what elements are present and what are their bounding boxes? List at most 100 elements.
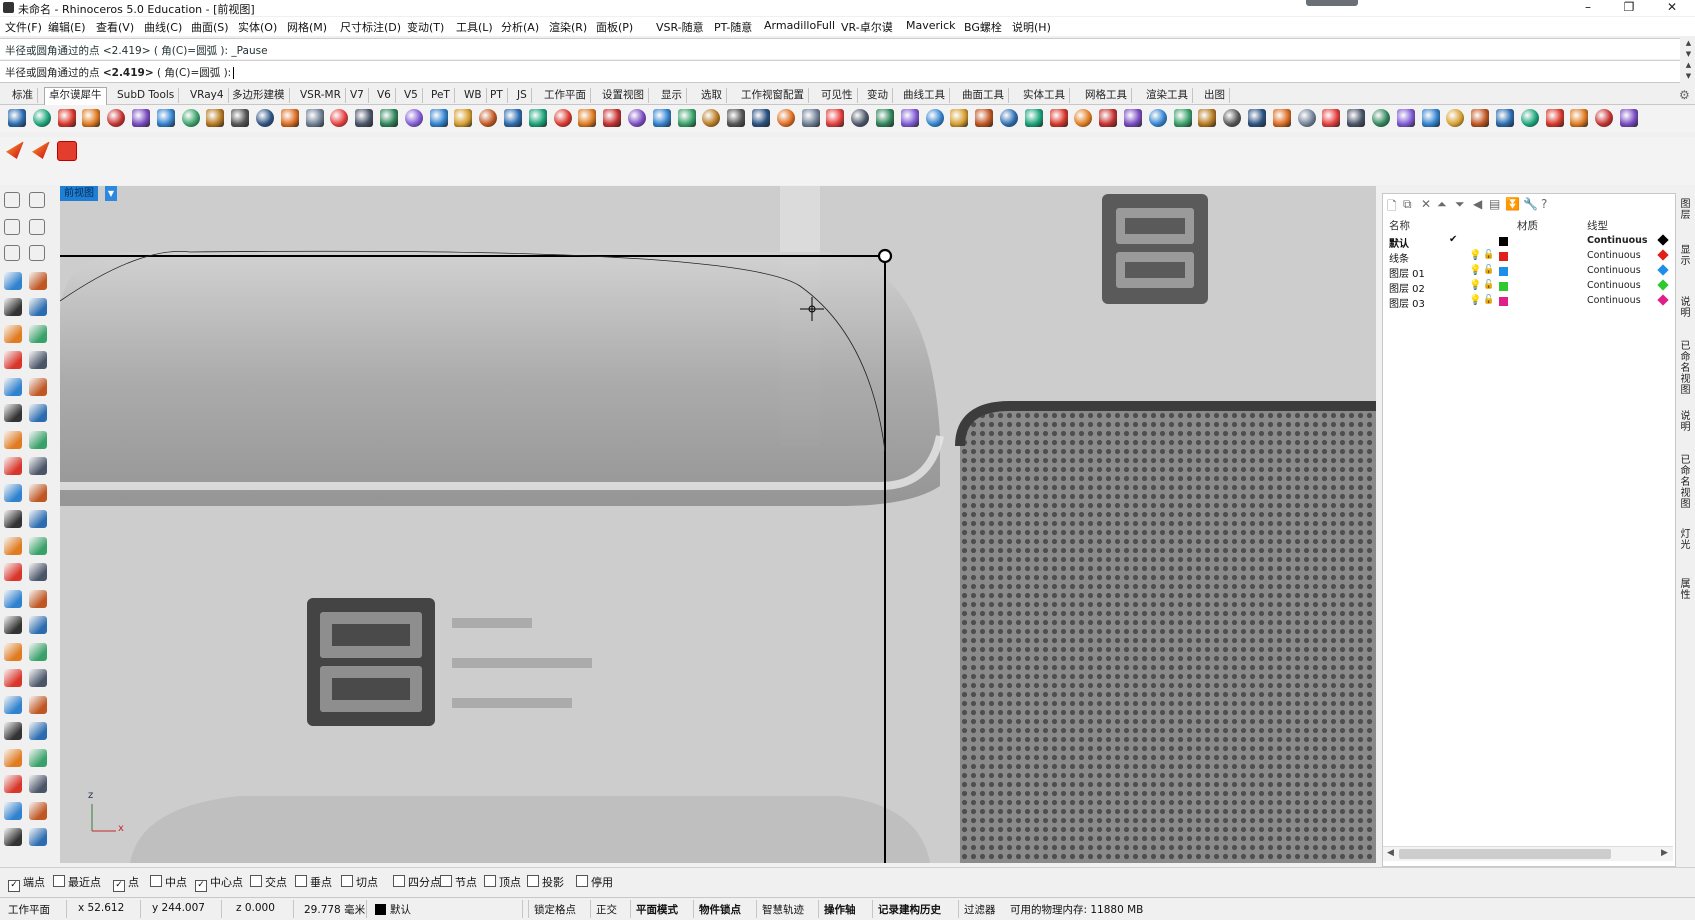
menu-item[interactable]: BG螺栓	[964, 19, 1002, 35]
osnap-checkbox[interactable]: ✓	[113, 880, 125, 892]
left-tool-icon[interactable]	[29, 589, 47, 608]
left-tool-icon[interactable]	[29, 192, 45, 208]
left-tool-icon[interactable]	[29, 430, 47, 449]
tab-13[interactable]: 工作平面	[540, 88, 591, 103]
left-tool-icon[interactable]	[29, 563, 47, 581]
command-line[interactable]: 半径或圆角通过的点 <2.419> ( 角(C)=圆弧 ):	[0, 60, 1680, 83]
layer-name[interactable]: 图层 02	[1389, 280, 1425, 295]
col-linetype[interactable]: 线型	[1587, 218, 1608, 233]
tools-icon[interactable]: 🔧	[1523, 197, 1538, 211]
tab-3[interactable]: VRay4	[186, 88, 229, 103]
toolbar-tool-icon[interactable]	[57, 109, 76, 127]
toolbar-tool-icon[interactable]	[305, 109, 324, 127]
osnap-6[interactable]: 垂点	[295, 874, 332, 890]
tab-14[interactable]: 设置视图	[598, 88, 649, 103]
menu-item[interactable]: 网格(M)	[287, 19, 327, 35]
tab-5[interactable]: VSR-MR	[296, 88, 346, 103]
osnap-checkbox[interactable]	[440, 875, 452, 887]
help-icon[interactable]: ?	[1541, 197, 1547, 211]
toolbar-tool-icon[interactable]	[1545, 109, 1564, 127]
tab-17[interactable]: 工作视窗配置	[737, 88, 809, 103]
panel-tab-1[interactable]: 显示	[1678, 245, 1693, 267]
toolbar-tool-icon[interactable]	[578, 109, 597, 127]
toolbar-tool-icon[interactable]	[975, 109, 994, 127]
toolbar-tool-icon[interactable]	[132, 109, 150, 127]
left-tool-icon[interactable]	[4, 748, 22, 767]
left-tool-icon[interactable]	[4, 536, 22, 555]
osnap-checkbox[interactable]	[527, 875, 539, 887]
lightbulb-icon[interactable]: 💡	[1469, 295, 1481, 306]
tab-16[interactable]: 选取	[697, 88, 727, 103]
tab-1[interactable]: 卓尔谟犀牛	[44, 87, 107, 105]
layer-name[interactable]: 图层 03	[1389, 295, 1425, 310]
panel-tab-6[interactable]: 灯光	[1678, 529, 1693, 551]
tab-11[interactable]: PT	[486, 88, 508, 103]
layer-linetype[interactable]: Continuous	[1587, 280, 1641, 291]
toolbar-tool-icon[interactable]	[256, 109, 274, 127]
osnap-7[interactable]: 切点	[341, 874, 378, 890]
osnap-checkbox[interactable]	[393, 875, 405, 887]
tab-20[interactable]: 曲线工具	[899, 88, 950, 103]
toolbar-tool-icon[interactable]	[553, 109, 572, 127]
toolbar-tool-icon[interactable]	[776, 109, 795, 127]
toolbar-tool-icon[interactable]	[1570, 109, 1589, 127]
osnap-12[interactable]: 停用	[576, 874, 613, 890]
menu-item[interactable]: 分析(A)	[501, 19, 539, 35]
status-layer[interactable]: 默认	[390, 902, 411, 917]
left-tool-icon[interactable]	[4, 218, 20, 235]
toolbar-tool-icon[interactable]	[82, 109, 101, 127]
scroll-thumb[interactable]	[1399, 849, 1611, 859]
tab-9[interactable]: PeT	[427, 88, 455, 103]
print-color-icon[interactable]	[1657, 279, 1669, 291]
unlock-icon[interactable]: 🔓	[1483, 295, 1494, 305]
left-tool-icon[interactable]	[29, 298, 47, 316]
toolbar-tool-icon[interactable]	[702, 109, 721, 127]
toolbar-tool-icon[interactable]	[1074, 109, 1093, 127]
tab-7[interactable]: V6	[373, 88, 396, 103]
layer-color-swatch[interactable]	[1499, 267, 1508, 276]
status-toggle-4[interactable]: 智慧轨迹	[762, 902, 804, 917]
toolbar-tool-icon[interactable]	[1595, 109, 1614, 127]
toolbar-tool-icon[interactable]	[355, 109, 374, 127]
left-tool-icon[interactable]	[4, 483, 22, 502]
toolbar-tool-icon[interactable]	[1322, 109, 1341, 127]
command-scroll[interactable]: ▲ ▼ ▲ ▼	[1682, 38, 1695, 82]
toolbar-tool-icon[interactable]	[826, 109, 845, 127]
layer-name[interactable]: 默认	[1389, 235, 1409, 250]
left-tool-icon[interactable]	[4, 616, 22, 634]
toolbar-tool-icon[interactable]	[1347, 109, 1366, 127]
tab-0[interactable]: 标准	[8, 88, 38, 103]
toolbar-tool-icon[interactable]	[1148, 109, 1167, 127]
menu-item[interactable]: Maverick	[906, 19, 956, 32]
osnap-checkbox[interactable]: ✓	[195, 880, 207, 892]
menu-item[interactable]: 说明(H)	[1012, 19, 1051, 35]
panel-tab-4[interactable]: 说明	[1678, 411, 1693, 433]
left-tool-icon[interactable]	[4, 430, 22, 449]
tab-25[interactable]: 出图	[1200, 88, 1230, 103]
left-tool-icon[interactable]	[4, 563, 22, 581]
layer-name[interactable]: 图层 01	[1389, 265, 1425, 280]
osnap-11[interactable]: 投影	[527, 874, 564, 890]
menu-item[interactable]: 查看(V)	[96, 19, 134, 35]
toolbar-tool-icon[interactable]	[1620, 109, 1638, 127]
toolbar-tool-icon[interactable]	[727, 109, 746, 127]
menu-item[interactable]: 曲线(C)	[144, 19, 182, 35]
gear-icon[interactable]: ⚙	[1679, 88, 1690, 102]
status-toggle-7[interactable]: 过滤器	[964, 902, 996, 917]
left-tool-icon[interactable]	[4, 457, 22, 475]
left-tool-icon[interactable]	[4, 775, 22, 793]
toolbar-tool-icon[interactable]	[32, 109, 51, 127]
toolbar-tool-icon[interactable]	[628, 109, 646, 127]
unlock-icon[interactable]: 🔓	[1483, 250, 1494, 260]
toolbar-tool-icon[interactable]	[1000, 109, 1018, 127]
layer-options-icon[interactable]: ▤	[1489, 197, 1500, 211]
toolbar-tool-icon[interactable]	[454, 109, 473, 127]
toolbar-tool-icon[interactable]	[380, 109, 398, 127]
toolbar-tool-icon[interactable]	[801, 109, 820, 127]
status-cplane[interactable]: 工作平面	[8, 902, 50, 917]
layer-linetype[interactable]: Continuous	[1587, 235, 1648, 246]
col-name[interactable]: 名称	[1389, 218, 1410, 233]
left-tool-icon[interactable]	[29, 642, 47, 661]
toolbar-tool-icon[interactable]	[181, 109, 200, 127]
toolbar-tool-icon[interactable]	[652, 109, 671, 127]
